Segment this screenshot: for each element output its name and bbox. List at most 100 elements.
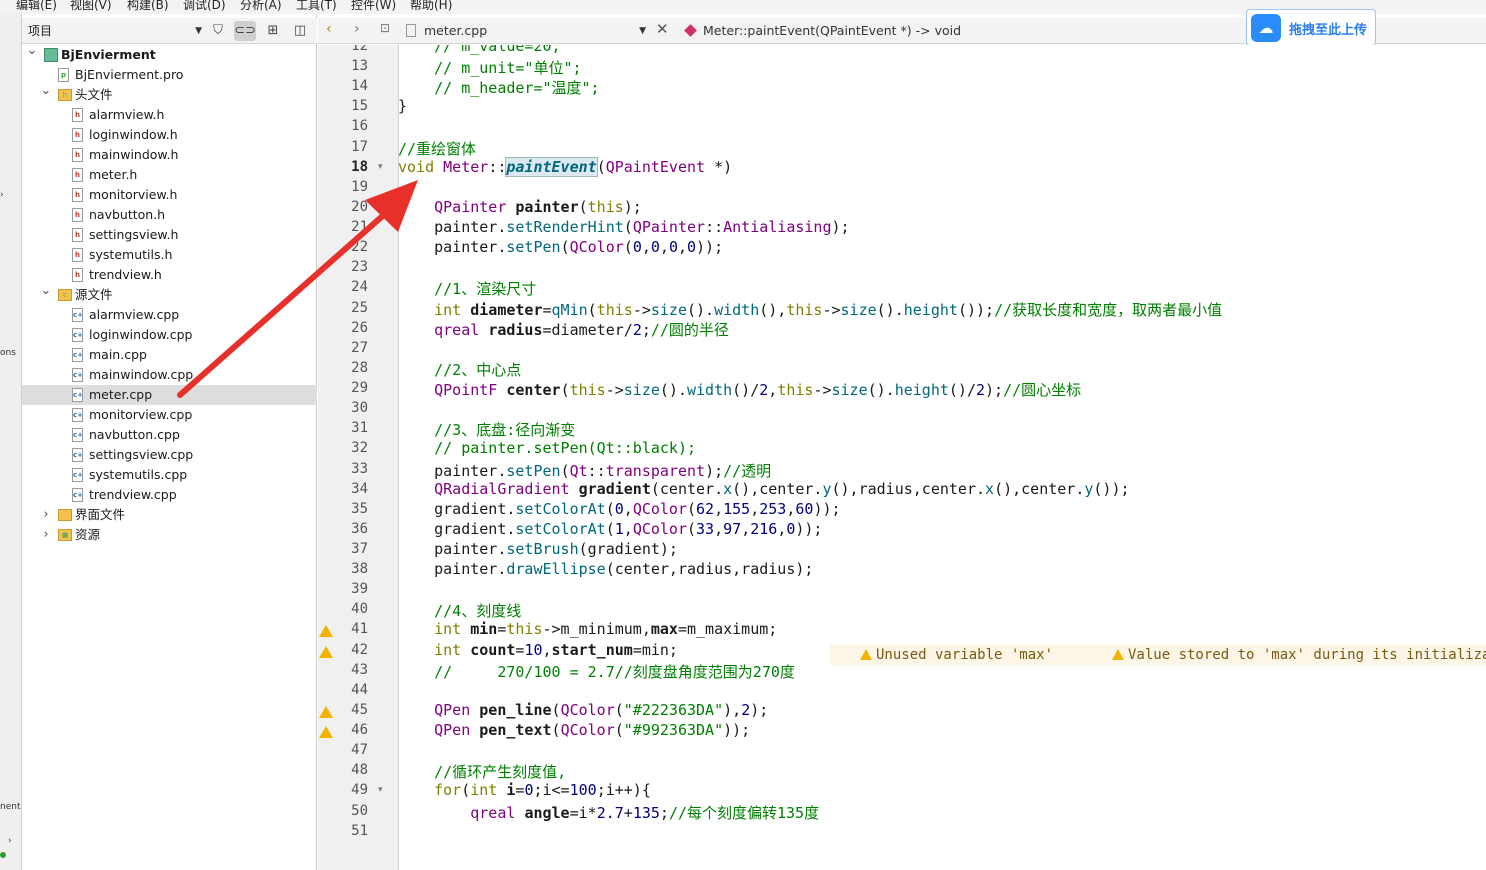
inline-warning-bar: Unused variable 'max' Value stored to 'm… <box>830 645 1486 665</box>
code-line[interactable]: } <box>398 97 407 115</box>
code-line[interactable]: qreal angle=i*2.7+135;//每个刻度偏转135度 <box>398 802 819 823</box>
code-line[interactable]: QPen pen_line(QColor("#222363DA"),2); <box>398 701 768 719</box>
code-line[interactable]: void Meter::paintEvent(QPaintEvent *) <box>398 156 732 177</box>
warning-icon[interactable] <box>319 625 333 638</box>
menu-item[interactable]: 构建(B) <box>127 0 169 13</box>
code-line[interactable]: //重绘窗体 <box>398 138 476 159</box>
expand-arrow-icon[interactable]: ⌄ <box>40 281 52 301</box>
tree-item[interactable]: c+ systemutils.cpp <box>22 465 317 485</box>
code-token: , <box>659 238 669 257</box>
tree-item[interactable]: c+ settingsview.cpp <box>22 445 317 465</box>
warning-icon[interactable] <box>319 726 333 739</box>
tree-item[interactable]: h monitorview.h <box>22 185 317 205</box>
tree-item[interactable]: h settingsview.h <box>22 225 317 245</box>
code-line[interactable]: int min=this->m_minimum,max=m_maximum; <box>398 620 777 638</box>
code-line[interactable]: //循环产生刻度值, <box>398 761 566 782</box>
tree-item[interactable]: h alarmview.h <box>22 105 317 125</box>
code-line[interactable]: // painter.setPen(Qt::black); <box>398 439 696 457</box>
inline-warning-1[interactable]: Unused variable 'max' <box>860 645 1053 665</box>
tree-item[interactable]: c+ navbutton.cpp <box>22 425 317 445</box>
code-line[interactable]: //2、中心点 <box>398 359 521 380</box>
tree-item[interactable]: h loginwindow.h <box>22 125 317 145</box>
mode-expand-icon[interactable]: › <box>0 190 4 200</box>
tree-item[interactable]: c+ main.cpp <box>22 345 317 365</box>
code-line[interactable]: painter.setRenderHint(QPainter::Antialia… <box>398 218 849 236</box>
code-line[interactable]: // 270/100 = 2.7//刻度盘角度范围为270度 <box>398 661 795 682</box>
mode-run-icon[interactable]: › <box>8 836 12 846</box>
expand-arrow-icon[interactable]: ⌄ <box>40 81 52 101</box>
expand-arrow-icon[interactable]: ⌄ <box>26 41 38 61</box>
symbol-select[interactable]: Meter::paintEvent(QPaintEvent *) -> void <box>684 22 961 40</box>
upload-button[interactable]: ☁ 拖拽至此上传 <box>1246 9 1376 46</box>
filter-icon[interactable]: ⛉ <box>207 21 229 41</box>
open-documents-select[interactable]: meter.cpp ▼ <box>406 22 646 40</box>
mode-label-1[interactable]: ons <box>0 348 16 358</box>
code-line[interactable]: QPen pen_text(QColor("#992363DA")); <box>398 721 750 739</box>
split-icon[interactable]: ⊞ <box>262 21 284 41</box>
code-line[interactable]: // m_header="温度"; <box>398 77 599 98</box>
tree-item[interactable]: c+ monitorview.cpp <box>22 405 317 425</box>
code-line[interactable]: painter.setPen(Qt::transparent);//透明 <box>398 460 771 481</box>
tree-item[interactable]: ⌄ c 源文件 <box>22 283 317 305</box>
tree-item[interactable]: c+ mainwindow.cpp <box>22 365 317 385</box>
menu-item[interactable]: 视图(V) <box>70 0 112 13</box>
code-line[interactable]: for(int i=0;i<=100;i++){ <box>398 781 651 799</box>
code-line[interactable]: // m_value=20; <box>398 45 560 55</box>
code-line[interactable]: // m_unit="单位"; <box>398 57 581 78</box>
collapse-arrow-icon[interactable]: › <box>40 525 52 545</box>
warning-icon[interactable] <box>319 645 333 658</box>
menu-item[interactable]: 帮助(H) <box>410 0 452 13</box>
warning-icon[interactable] <box>319 705 333 718</box>
code-line[interactable]: //3、底盘:径向渐变 <box>398 419 575 440</box>
forward-icon[interactable]: › <box>354 21 360 37</box>
tree-item[interactable]: p BjEnvierment.pro <box>22 65 317 85</box>
code-line[interactable]: painter.setBrush(gradient); <box>398 540 678 558</box>
close-document-icon[interactable]: ✕ <box>656 20 669 38</box>
project-toolbar: 项目 ▼ ⛉ ⊂⊃ ⊞ ◫ <box>22 18 317 44</box>
code-line[interactable]: QPointF center(this->size().width()/2,th… <box>398 379 1081 400</box>
tree-item[interactable]: h trendview.h <box>22 265 317 285</box>
collapse-arrow-icon[interactable]: › <box>40 505 52 525</box>
code-line[interactable]: painter.drawEllipse(center,radius,radius… <box>398 560 813 578</box>
project-view-select[interactable]: 项目 ▼ <box>24 21 202 41</box>
tree-item[interactable]: h navbutton.h <box>22 205 317 225</box>
code-line[interactable]: int count=10,start_num=min; <box>398 641 678 659</box>
code-line[interactable]: int diameter=qMin(this->size().width(),t… <box>398 299 1222 320</box>
code-line[interactable]: QPainter painter(this); <box>398 198 642 216</box>
back-icon[interactable]: ‹ <box>326 21 332 37</box>
code-line[interactable]: //1、渲染尺寸 <box>398 278 536 299</box>
code-token: QPointF <box>434 381 498 400</box>
tree-item[interactable]: › ■ 资源 <box>22 525 317 545</box>
tree-item[interactable]: c+ loginwindow.cpp <box>22 325 317 345</box>
menu-item[interactable]: 控件(W) <box>351 0 396 13</box>
tree-item[interactable]: h mainwindow.h <box>22 145 317 165</box>
close-panel-icon[interactable]: ◫ <box>289 21 311 41</box>
menu-item[interactable]: 编辑(E) <box>16 0 57 13</box>
link-icon[interactable]: ⊂⊃ <box>234 21 256 41</box>
tree-item[interactable]: › 界面文件 <box>22 505 317 525</box>
code-line[interactable]: painter.setPen(QColor(0,0,0,0)); <box>398 238 723 256</box>
menu-item[interactable]: 分析(A) <box>240 0 282 13</box>
lock-icon[interactable]: ⊡ <box>380 21 390 35</box>
tree-item[interactable]: ⌄ BjEnvierment <box>22 43 317 65</box>
menu-item[interactable]: 工具(T) <box>296 0 337 13</box>
mode-label-2[interactable]: nent <box>0 802 20 812</box>
tree-item[interactable]: c+ meter.cpp <box>22 385 317 405</box>
tree-item[interactable]: c+ trendview.cpp <box>22 485 317 505</box>
tree-item[interactable]: h meter.h <box>22 165 317 185</box>
tree-item[interactable]: h systemutils.h <box>22 245 317 265</box>
code-line[interactable]: gradient.setColorAt(1,QColor(33,97,216,0… <box>398 520 822 538</box>
tree-item[interactable]: c+ alarmview.cpp <box>22 305 317 325</box>
code-line[interactable]: //4、刻度线 <box>398 600 521 621</box>
fold-arrow-icon[interactable]: ▾ <box>378 785 383 795</box>
fold-arrow-icon[interactable]: ▾ <box>378 162 383 172</box>
tree-item[interactable]: ⌄ h 头文件 <box>22 83 317 105</box>
code-line[interactable]: gradient.setColorAt(0,QColor(62,155,253,… <box>398 500 840 518</box>
code-line[interactable]: qreal radius=diameter/2;//圆的半径 <box>398 319 729 340</box>
code-line[interactable]: QRadialGradient gradient(center.x(),cent… <box>398 480 1129 498</box>
menu-item[interactable]: 调试(D) <box>183 0 226 13</box>
code-editor[interactable]: 12 13 14 15 16 17 18 ▾ 19 20 21 22 23 24 25 26 27 28 29 30 3… <box>318 45 1486 870</box>
inline-warning-2[interactable]: Value stored to 'max' during its initial… <box>1112 645 1486 665</box>
